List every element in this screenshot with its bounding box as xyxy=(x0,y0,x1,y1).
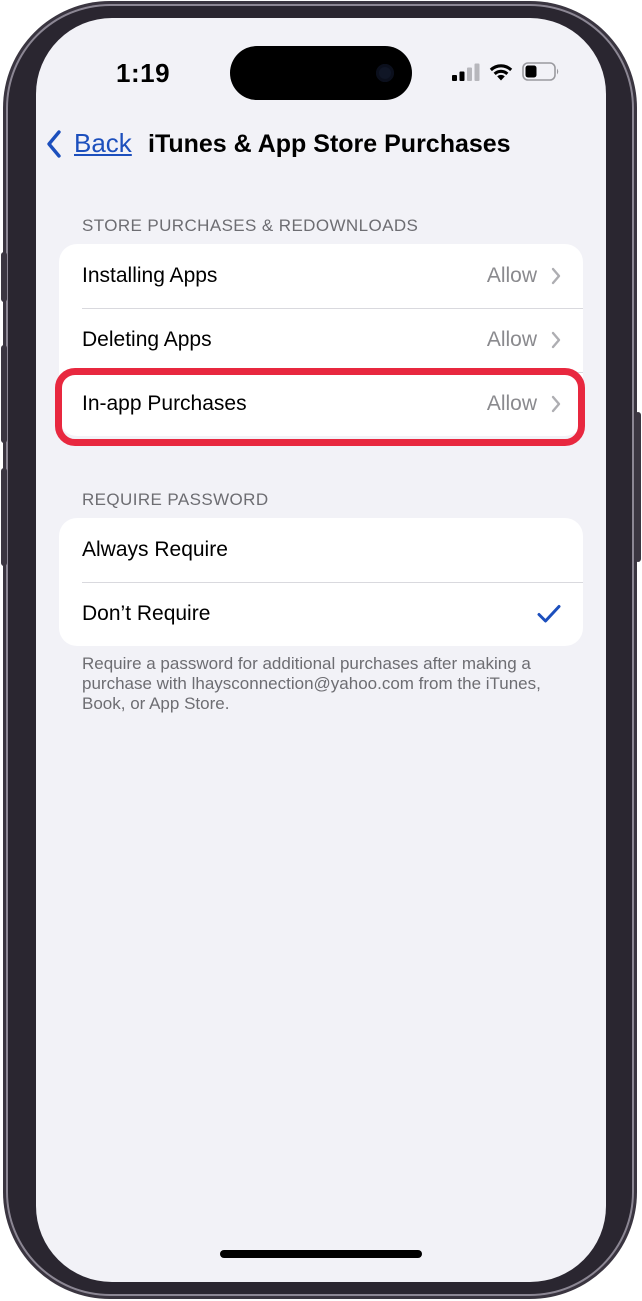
row-installing-apps[interactable]: Installing Apps Allow xyxy=(59,244,583,308)
status-time: 1:19 xyxy=(116,58,171,88)
chevron-right-icon xyxy=(551,267,561,285)
row-value: Allow xyxy=(486,392,537,415)
row-value: Allow xyxy=(486,328,537,351)
screen: 1:19 Back iTunes & App Store Purchases S… xyxy=(36,18,606,1282)
front-camera-icon xyxy=(376,64,394,82)
volume-up-button xyxy=(1,345,7,443)
require-password-group: Always Require Don’t Require xyxy=(59,518,583,646)
volume-down-button xyxy=(1,468,7,566)
back-label: Back xyxy=(74,128,132,158)
dynamic-island xyxy=(230,46,412,100)
side-power-button xyxy=(635,412,641,562)
home-indicator[interactable] xyxy=(220,1250,422,1258)
navigation-bar: Back iTunes & App Store Purchases xyxy=(36,122,606,172)
row-label: Deleting Apps xyxy=(82,328,212,351)
page-title: iTunes & App Store Purchases xyxy=(148,130,511,158)
row-deleting-apps[interactable]: Deleting Apps Allow xyxy=(59,308,583,372)
store-purchases-group: Installing Apps Allow Deleting Apps Allo… xyxy=(59,244,583,436)
checkmark-icon xyxy=(537,604,561,624)
section-header-require-password: REQUIRE PASSWORD xyxy=(82,490,269,509)
chevron-right-icon xyxy=(551,331,561,349)
back-button[interactable]: Back xyxy=(46,128,132,159)
section-header-store-purchases: STORE PURCHASES & REDOWNLOADS xyxy=(82,216,419,235)
row-label: Installing Apps xyxy=(82,264,218,287)
cellular-signal-icon xyxy=(452,63,480,81)
row-label: Don’t Require xyxy=(82,602,211,625)
status-icons xyxy=(452,62,560,81)
row-dont-require[interactable]: Don’t Require xyxy=(59,582,583,646)
row-always-require[interactable]: Always Require xyxy=(59,518,583,582)
action-button xyxy=(1,252,7,302)
back-chevron-icon xyxy=(46,129,62,158)
wifi-icon xyxy=(488,62,514,81)
battery-icon xyxy=(522,62,560,81)
row-label: In-app Purchases xyxy=(82,392,247,415)
row-in-app-purchases[interactable]: In-app Purchases Allow xyxy=(59,372,583,436)
row-label: Always Require xyxy=(82,538,228,561)
require-password-footer: Require a password for additional purcha… xyxy=(82,654,541,713)
row-value: Allow xyxy=(486,264,537,287)
chevron-right-icon xyxy=(551,395,561,413)
